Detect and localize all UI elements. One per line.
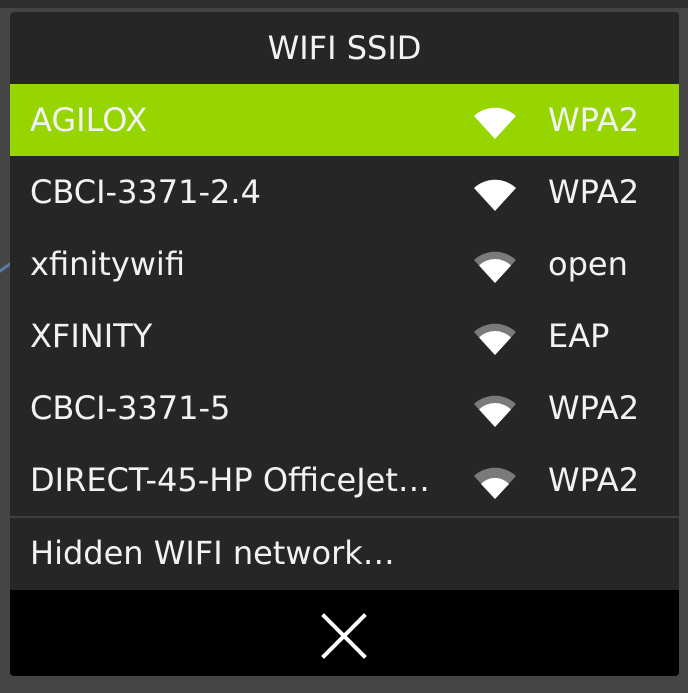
network-row[interactable]: DIRECT-45-HP OfficeJet… WPA2	[10, 444, 679, 516]
network-ssid: CBCI-3371-2.4	[30, 173, 261, 211]
dialog-title: WIFI SSID	[267, 29, 422, 67]
wifi-signal-medium-icon	[474, 395, 516, 427]
wifi-signal-full-icon	[474, 179, 516, 211]
backdrop-top-bar	[0, 0, 688, 8]
network-ssid: XFINITY	[30, 317, 153, 355]
network-ssid: DIRECT-45-HP OfficeJet…	[30, 461, 430, 499]
network-row[interactable]: CBCI-3371-2.4 WPA2	[10, 156, 679, 228]
wifi-signal-medium-icon	[474, 323, 516, 355]
network-security: WPA2	[548, 389, 640, 427]
network-row[interactable]: XFINITY EAP	[10, 300, 679, 372]
network-row[interactable]: xfinitywifi open	[10, 228, 679, 300]
network-security: WPA2	[548, 101, 640, 139]
wifi-ssid-dialog: WIFI SSID AGILOX WPA2 CBCI-3371-2.4 WPA2…	[10, 12, 679, 676]
network-row[interactable]: AGILOX WPA2	[10, 84, 679, 156]
network-ssid: xfinitywifi	[30, 245, 185, 283]
close-button[interactable]	[10, 590, 679, 676]
wifi-signal-medium-icon	[474, 251, 516, 283]
network-ssid: CBCI-3371-5	[30, 389, 231, 427]
network-security: WPA2	[548, 461, 640, 499]
network-security: WPA2	[548, 173, 640, 211]
network-security: open	[548, 245, 628, 283]
close-icon	[321, 613, 367, 659]
network-list: AGILOX WPA2 CBCI-3371-2.4 WPA2 xfinitywi…	[10, 84, 679, 516]
network-ssid: AGILOX	[30, 101, 148, 139]
hidden-network-button[interactable]: Hidden WIFI network…	[10, 518, 679, 588]
wifi-signal-full-icon	[474, 107, 516, 139]
network-security: EAP	[548, 317, 610, 355]
network-row[interactable]: CBCI-3371-5 WPA2	[10, 372, 679, 444]
wifi-signal-low-icon	[474, 467, 516, 499]
